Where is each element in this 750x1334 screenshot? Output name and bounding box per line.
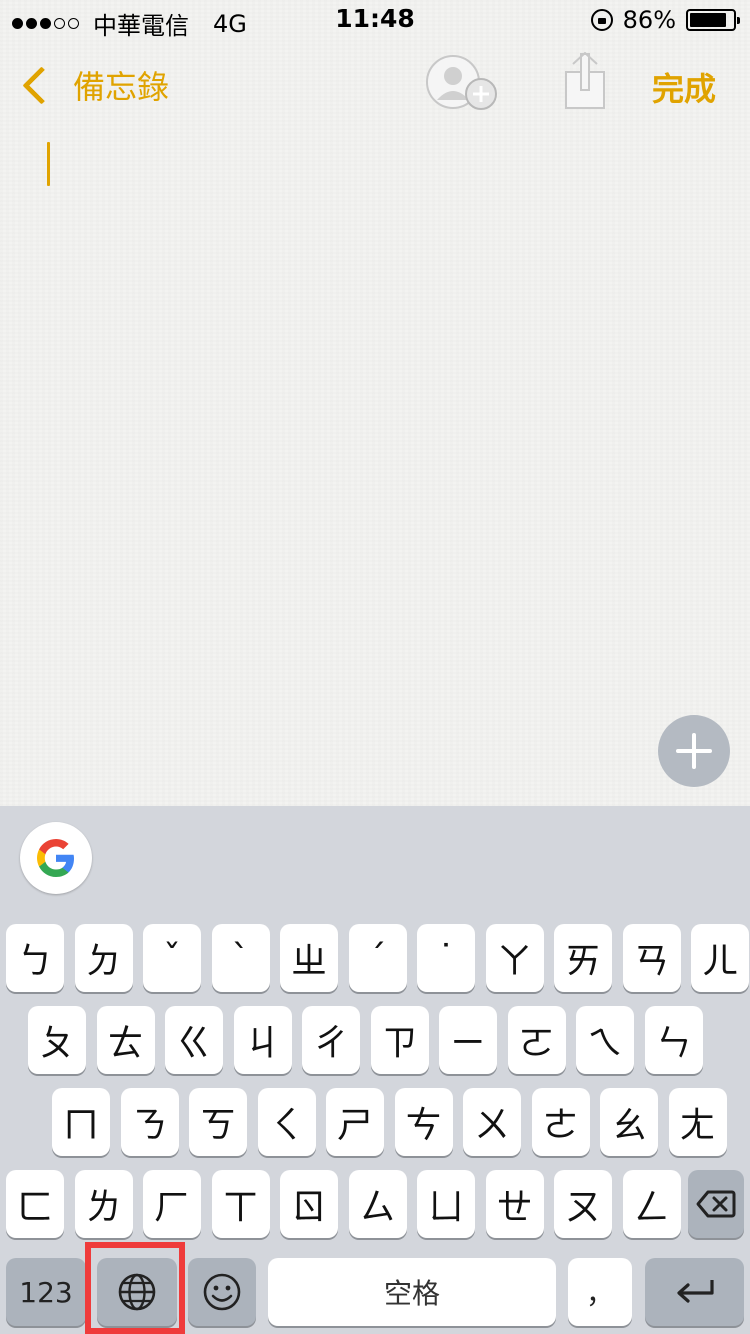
key-row3-1[interactable]: ㄋ	[120, 1088, 179, 1156]
return-icon	[676, 1280, 714, 1303]
key-4[interactable]: ㄓ	[280, 924, 338, 992]
key-8[interactable]: ㄞ	[554, 924, 612, 992]
google-search-button[interactable]	[20, 822, 92, 894]
key-row2-7[interactable]: ㄛ	[507, 1006, 566, 1074]
key-3[interactable]: ˋ	[211, 924, 270, 992]
key-row3-0[interactable]: ㄇ	[52, 1088, 110, 1156]
delete-key[interactable]	[688, 1170, 744, 1238]
back-button[interactable]: 備忘錄	[18, 62, 169, 108]
key-6[interactable]: ˙	[417, 924, 475, 992]
emoji-key[interactable]	[188, 1258, 256, 1326]
key-row4-0[interactable]: ㄈ	[6, 1170, 64, 1238]
key-10[interactable]: ㄦ	[691, 924, 749, 992]
key-row2-2[interactable]: ㄍ	[165, 1006, 223, 1074]
space-key[interactable]: 空格	[268, 1258, 556, 1326]
battery-icon	[686, 9, 740, 31]
keyboard-toolbar	[0, 806, 750, 908]
done-button[interactable]: 完成	[652, 64, 716, 110]
key-2[interactable]: ˇ	[143, 924, 201, 992]
key-7[interactable]: ㄚ	[485, 924, 544, 992]
return-key[interactable]	[645, 1258, 744, 1326]
key-row4-9[interactable]: ㄥ	[622, 1170, 681, 1238]
navigation-bar: 備忘錄 完成	[0, 40, 750, 130]
key-row4-7[interactable]: ㄝ	[485, 1170, 544, 1238]
key-row2-9[interactable]: ㄣ	[644, 1006, 703, 1074]
google-icon	[37, 839, 74, 877]
key-row3-2[interactable]: ㄎ	[189, 1088, 247, 1156]
key-row4-2[interactable]: ㄏ	[143, 1170, 201, 1238]
key-row3-8[interactable]: ㄠ	[600, 1088, 658, 1156]
key-row3-3[interactable]: ㄑ	[257, 1088, 316, 1156]
key-row2-6[interactable]: ㄧ	[439, 1006, 497, 1074]
key-row4-4[interactable]: ㄖ	[280, 1170, 338, 1238]
key-9[interactable]: ㄢ	[622, 924, 681, 992]
key-0[interactable]: ㄅ	[6, 924, 64, 992]
key-row3-6[interactable]: ㄨ	[463, 1088, 521, 1156]
key-row2-0[interactable]: ㄆ	[28, 1006, 86, 1074]
key-row3-4[interactable]: ㄕ	[326, 1088, 384, 1156]
share-icon[interactable]	[562, 51, 608, 110]
key-5[interactable]: ˊ	[348, 924, 407, 992]
key-row2-1[interactable]: ㄊ	[96, 1006, 155, 1074]
key-row2-5[interactable]: ㄗ	[370, 1006, 429, 1074]
globe-key-highlight	[85, 1242, 185, 1334]
text-cursor	[47, 142, 50, 186]
delete-icon	[696, 1190, 736, 1218]
key-row2-3[interactable]: ㄐ	[233, 1006, 292, 1074]
add-people-icon[interactable]	[425, 54, 499, 114]
key-row4-3[interactable]: ㄒ	[211, 1170, 270, 1238]
key-1[interactable]: ㄉ	[74, 924, 133, 992]
status-bar: 中華電信 4G 11:48 86%	[0, 0, 750, 40]
key-row4-6[interactable]: ㄩ	[417, 1170, 475, 1238]
orientation-lock-icon	[590, 9, 613, 31]
key-row3-5[interactable]: ㄘ	[394, 1088, 453, 1156]
key-row3-9[interactable]: ㄤ	[668, 1088, 727, 1156]
back-label: 備忘錄	[73, 68, 170, 106]
plus-icon[interactable]	[658, 715, 730, 787]
key-row4-1[interactable]: ㄌ	[74, 1170, 133, 1238]
key-row4-5[interactable]: ㄙ	[348, 1170, 407, 1238]
chevron-left-icon	[22, 65, 61, 105]
comma-key[interactable]: ，	[568, 1258, 632, 1326]
battery-percent: 86%	[622, 6, 676, 34]
key-row2-8[interactable]: ㄟ	[576, 1006, 634, 1074]
key-row2-4[interactable]: ㄔ	[302, 1006, 360, 1074]
key-row4-8[interactable]: ㄡ	[554, 1170, 612, 1238]
key-row3-7[interactable]: ㄜ	[531, 1088, 590, 1156]
emoji-icon	[203, 1273, 241, 1311]
numbers-key[interactable]: 123	[6, 1258, 86, 1326]
